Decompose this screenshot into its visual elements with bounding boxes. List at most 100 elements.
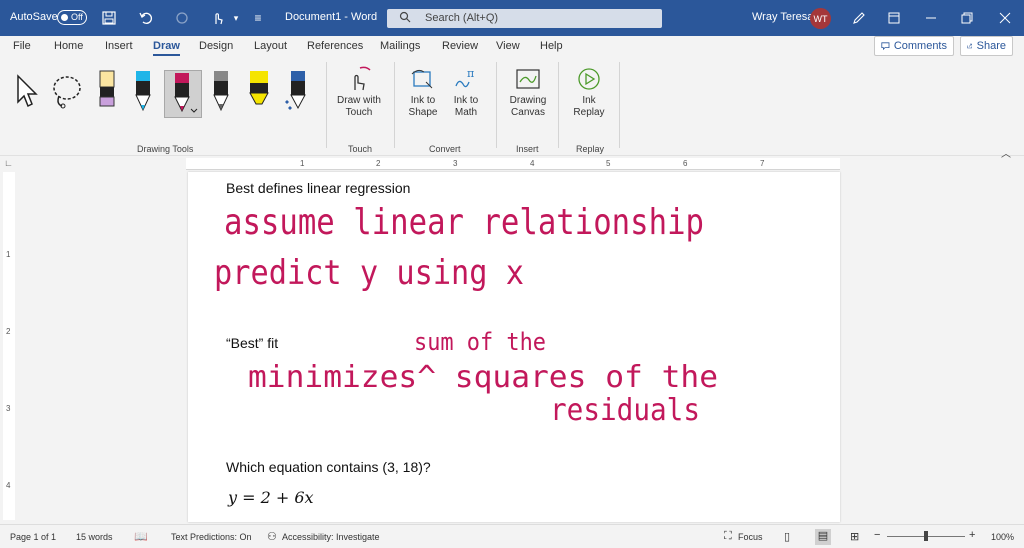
autosave-toggle[interactable]: Off — [57, 10, 87, 25]
ribbon-separator — [496, 62, 497, 148]
qat-dropdown-icon[interactable]: ▾ — [226, 8, 246, 28]
ribbon-display-icon[interactable] — [884, 8, 904, 28]
ink-to-shape-icon — [410, 66, 436, 92]
ruler-number: 4 — [530, 159, 535, 168]
share-label: Share — [976, 40, 1006, 52]
ink-note-4: minimizes^ squares of the — [248, 360, 718, 395]
share-button[interactable]: Share — [960, 36, 1013, 56]
search-input[interactable]: Search (Alt+Q) — [387, 9, 662, 28]
cursor-arrow-icon — [17, 74, 38, 108]
lasso-select-tool[interactable] — [50, 74, 86, 118]
galaxy-pen-icon — [285, 71, 306, 110]
title-bar: AutoSave Off ▾ ≡ Document1 - Word ⌄ Sear… — [0, 0, 1024, 36]
avatar[interactable]: WT — [810, 8, 831, 29]
ruler-number: 1 — [6, 250, 11, 259]
draw-with-touch-label: Draw with Touch — [337, 95, 381, 118]
pen-cyan[interactable] — [130, 70, 156, 114]
accessibility-icon[interactable]: ⚇ — [267, 530, 277, 543]
ruler-number: 6 — [683, 159, 688, 168]
ruler-number: 4 — [6, 481, 11, 490]
close-icon[interactable] — [995, 8, 1015, 28]
focus-icon[interactable]: ⛶ — [724, 530, 732, 543]
undo-icon[interactable] — [136, 8, 156, 28]
horizontal-ruler[interactable]: 1 2 3 4 5 6 7 — [186, 158, 840, 170]
ink-to-math-button[interactable]: π Ink to Math — [441, 66, 491, 126]
touch-mode-icon[interactable] — [208, 8, 228, 28]
group-label-insert: Insert — [516, 144, 539, 154]
ink-annotations: assume linear relationship predict y usi… — [214, 202, 718, 428]
ribbon-separator — [394, 62, 395, 148]
pen-magenta-selected[interactable] — [164, 70, 202, 118]
highlighter-purple[interactable] — [94, 70, 120, 114]
ink-replay-button[interactable]: Ink Replay — [564, 66, 614, 126]
highlighter-icon — [99, 70, 115, 107]
zoom-out-icon[interactable]: − — [874, 529, 880, 541]
save-icon[interactable] — [99, 8, 119, 28]
search-icon — [399, 11, 411, 26]
ruler-number: 2 — [6, 327, 11, 336]
tab-insert[interactable]: Insert — [105, 38, 133, 54]
ruler-number: 7 — [760, 159, 765, 168]
zoom-slider-thumb[interactable] — [924, 531, 928, 541]
comments-label: Comments — [893, 40, 947, 52]
group-label-drawing-tools: Drawing Tools — [137, 144, 194, 154]
tab-mailings[interactable]: Mailings — [380, 38, 420, 54]
tab-home[interactable]: Home — [54, 38, 83, 54]
ruler-number: 1 — [300, 159, 305, 168]
tab-view[interactable]: View — [496, 38, 520, 54]
pen-gray[interactable] — [208, 70, 234, 114]
search-placeholder: Search (Alt+Q) — [425, 12, 499, 24]
ink-note-2: predict y using x — [214, 253, 524, 293]
comments-button[interactable]: Comments — [874, 36, 954, 56]
ink-note-5: residuals — [550, 393, 700, 428]
ink-replay-icon — [576, 66, 602, 92]
ribbon-separator — [619, 62, 620, 148]
pen-icon — [174, 73, 198, 113]
highlighter-yellow[interactable] — [246, 70, 272, 114]
menu-bar: File Home Insert Draw Design Layout Refe… — [0, 36, 1024, 58]
customize-qat-icon[interactable]: ≡ — [248, 8, 268, 28]
tab-draw[interactable]: Draw — [153, 38, 180, 56]
ribbon-draw: Drawing Tools Draw with Touch Touch Ink … — [0, 58, 1024, 160]
draw-with-touch-button[interactable]: Draw with Touch — [334, 66, 384, 126]
read-mode-icon[interactable]: ▯ — [784, 530, 790, 543]
pen-icon[interactable] — [849, 8, 869, 28]
pen-galaxy[interactable] — [284, 70, 310, 114]
zoom-level[interactable]: 100% — [991, 532, 1014, 542]
focus-label[interactable]: Focus — [738, 532, 763, 542]
tab-help[interactable]: Help — [540, 38, 563, 54]
vertical-ruler[interactable]: 1 2 3 4 — [3, 172, 15, 520]
document-page[interactable]: Best defines linear regression “Best” fi… — [188, 172, 840, 522]
lasso-icon — [53, 76, 81, 109]
pencil-icon — [213, 71, 229, 112]
tab-references[interactable]: References — [307, 38, 363, 54]
drawing-canvas-button[interactable]: Drawing Canvas — [503, 66, 553, 126]
word-count[interactable]: 15 words — [76, 532, 113, 542]
page-count[interactable]: Page 1 of 1 — [10, 532, 56, 542]
ruler-number: 3 — [453, 159, 458, 168]
print-layout-icon[interactable]: ▤ — [815, 529, 831, 545]
select-tool[interactable] — [14, 74, 40, 118]
ink-to-math-icon: π — [453, 66, 479, 92]
tab-selector-icon[interactable]: ∟ — [4, 158, 14, 168]
tab-layout[interactable]: Layout — [254, 38, 287, 54]
pen-icon — [135, 71, 151, 112]
touch-draw-icon — [346, 66, 372, 92]
tab-file[interactable]: File — [13, 38, 31, 54]
accessibility-status[interactable]: Accessibility: Investigate — [282, 532, 380, 542]
redo-icon[interactable] — [172, 8, 192, 28]
proofing-icon[interactable]: 📖 — [134, 530, 148, 543]
text-predictions[interactable]: Text Predictions: On — [171, 532, 252, 542]
ruler-number: 5 — [606, 159, 611, 168]
autosave-state: Off — [71, 12, 83, 22]
tab-review[interactable]: Review — [442, 38, 478, 54]
collapse-ribbon-icon[interactable]: ︿ — [1001, 145, 1011, 160]
user-name[interactable]: Wray Teresa — [752, 11, 813, 23]
minimize-icon[interactable] — [921, 8, 941, 28]
autosave-label: AutoSave — [10, 11, 58, 23]
ruler-number: 3 — [6, 404, 11, 413]
restore-icon[interactable] — [957, 8, 977, 28]
zoom-in-icon[interactable]: + — [969, 529, 975, 541]
tab-design[interactable]: Design — [199, 38, 233, 54]
web-layout-icon[interactable]: ⊞ — [850, 530, 859, 543]
